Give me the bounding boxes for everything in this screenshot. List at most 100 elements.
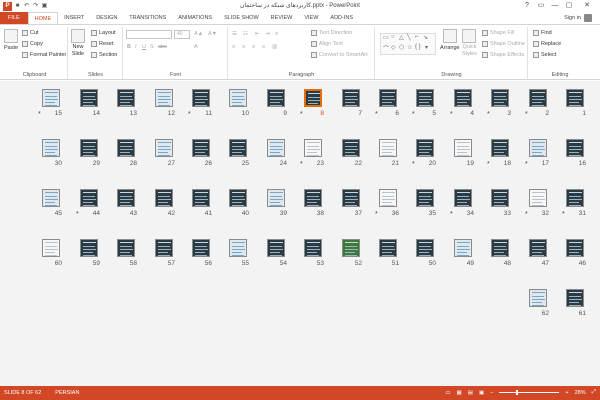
- transition-star-icon[interactable]: *: [525, 111, 528, 118]
- slide-thumbnail-image[interactable]: [379, 189, 397, 207]
- fit-to-window-icon[interactable]: ⤢: [592, 389, 596, 396]
- slide-thumbnail-image[interactable]: [342, 89, 360, 107]
- transition-star-icon[interactable]: *: [562, 211, 565, 218]
- slide-thumbnail-image[interactable]: [80, 89, 98, 107]
- underline-icon[interactable]: U: [142, 44, 146, 50]
- section-button[interactable]: Section: [91, 52, 117, 58]
- transition-star-icon[interactable]: *: [300, 111, 303, 118]
- slide-thumbnail-image[interactable]: [342, 189, 360, 207]
- slide-thumbnail-image[interactable]: [42, 139, 60, 157]
- slide-thumbnail-image[interactable]: [155, 189, 173, 207]
- quick-styles-button[interactable]: Quick Styles: [462, 29, 477, 57]
- normal-view-icon[interactable]: ▭: [445, 390, 450, 396]
- slide-thumbnail-image[interactable]: [379, 139, 397, 157]
- font-size-field[interactable]: 40: [174, 30, 190, 39]
- tab-insert[interactable]: INSERT: [58, 12, 90, 24]
- shapes-gallery[interactable]: ▭ ○ △ ╲ ⌐ ↘ ⌒ ◇ ⬠ ☆{ } ▾: [380, 33, 436, 55]
- close-button[interactable]: ✕: [580, 0, 594, 12]
- zoom-slider[interactable]: [499, 390, 560, 395]
- transition-star-icon[interactable]: *: [412, 161, 415, 168]
- slide-thumbnail-image[interactable]: [416, 89, 434, 107]
- transition-star-icon[interactable]: *: [450, 211, 453, 218]
- slide-thumbnail-image[interactable]: [229, 239, 247, 257]
- replace-button[interactable]: Replace: [533, 41, 561, 47]
- slide-sorter-view-icon[interactable]: ▦: [457, 390, 462, 396]
- slide-thumbnail-image[interactable]: [342, 139, 360, 157]
- slide-thumbnail-image[interactable]: [379, 239, 397, 257]
- italic-icon[interactable]: I: [135, 44, 137, 50]
- find-button[interactable]: Find: [533, 30, 552, 36]
- slide-thumbnail-image[interactable]: [491, 239, 509, 257]
- slide-thumbnail-image[interactable]: [342, 239, 360, 257]
- font-color-icon[interactable]: A: [194, 44, 198, 50]
- sign-in[interactable]: Sign in: [564, 14, 592, 22]
- slide-thumbnail-image[interactable]: [416, 189, 434, 207]
- shadow-icon[interactable]: S: [150, 44, 154, 50]
- slide-thumbnail-image[interactable]: [155, 89, 173, 107]
- slide-thumbnail-image[interactable]: [80, 189, 98, 207]
- transition-star-icon[interactable]: *: [450, 111, 453, 118]
- transition-star-icon[interactable]: *: [487, 111, 490, 118]
- zoom-out-icon[interactable]: −: [490, 390, 493, 396]
- slide-thumbnail-image[interactable]: [454, 139, 472, 157]
- zoom-in-icon[interactable]: +: [565, 390, 568, 396]
- tab-add-ins[interactable]: ADD-INS: [324, 12, 359, 24]
- sign-in-label[interactable]: Sign in: [564, 15, 581, 21]
- transition-star-icon[interactable]: *: [188, 111, 191, 118]
- grow-font-icon[interactable]: A▲: [194, 31, 203, 37]
- columns-icon[interactable]: ▥: [272, 44, 277, 50]
- slide-thumbnail-image[interactable]: [566, 139, 584, 157]
- zoom-slider-thumb[interactable]: [516, 390, 519, 395]
- slide-thumbnail-image[interactable]: [304, 139, 322, 157]
- font-name-field[interactable]: [126, 30, 172, 39]
- transition-star-icon[interactable]: *: [375, 111, 378, 118]
- tab-review[interactable]: REVIEW: [265, 12, 299, 24]
- slide-thumbnail-image[interactable]: [80, 139, 98, 157]
- justify-icon[interactable]: ≡: [262, 44, 265, 50]
- tab-design[interactable]: DESIGN: [90, 12, 123, 24]
- slide-thumbnail-image[interactable]: [192, 139, 210, 157]
- convert-smartart-button[interactable]: Convert to SmartArt: [311, 52, 368, 58]
- transition-star-icon[interactable]: *: [76, 211, 79, 218]
- align-center-icon[interactable]: ≡: [242, 44, 245, 50]
- copy-button[interactable]: Copy: [22, 41, 43, 47]
- slide-thumbnail-image[interactable]: [192, 189, 210, 207]
- slide-thumbnail-image[interactable]: [42, 239, 60, 257]
- slide-thumbnail-image[interactable]: [80, 239, 98, 257]
- slide-thumbnail-image[interactable]: [192, 239, 210, 257]
- slide-thumbnail-image[interactable]: [192, 89, 210, 107]
- zoom-level[interactable]: 28%: [575, 390, 586, 396]
- transition-star-icon[interactable]: *: [300, 161, 303, 168]
- shrink-font-icon[interactable]: A▼: [208, 31, 217, 37]
- slide-thumbnail-image[interactable]: [267, 239, 285, 257]
- shape-fill-button[interactable]: Shape Fill: [482, 30, 514, 36]
- tab-transitions[interactable]: TRANSITIONS: [123, 12, 172, 24]
- slide-thumbnail-image[interactable]: [267, 89, 285, 107]
- slide-thumbnail-image[interactable]: [416, 139, 434, 157]
- tab-animations[interactable]: ANIMATIONS: [172, 12, 218, 24]
- slide-thumbnail-image[interactable]: [566, 289, 584, 307]
- slide-thumbnail-image[interactable]: [267, 139, 285, 157]
- slide-thumbnail-image[interactable]: [529, 89, 547, 107]
- tab-view[interactable]: VIEW: [298, 12, 324, 24]
- transition-star-icon[interactable]: *: [375, 211, 378, 218]
- reading-view-icon[interactable]: ▤: [468, 390, 473, 396]
- layout-button[interactable]: Layout: [91, 30, 116, 36]
- slide-thumbnail-image[interactable]: [267, 189, 285, 207]
- slide-thumbnail-image[interactable]: [42, 89, 60, 107]
- paste-button[interactable]: Paste: [4, 29, 18, 51]
- slide-thumbnail-image[interactable]: [529, 289, 547, 307]
- language-indicator[interactable]: PERSIAN: [55, 390, 79, 396]
- transition-star-icon[interactable]: *: [525, 211, 528, 218]
- help-icon[interactable]: ?: [520, 0, 534, 12]
- slide-thumbnail-image[interactable]: [117, 139, 135, 157]
- shape-effects-button[interactable]: Shape Effects: [482, 52, 524, 58]
- slide-thumbnail-image[interactable]: [229, 139, 247, 157]
- transition-star-icon[interactable]: *: [38, 111, 41, 118]
- ribbon-display-options-icon[interactable]: ▭: [534, 0, 548, 12]
- slideshow-view-icon[interactable]: ▣: [479, 390, 484, 396]
- slide-thumbnail-image[interactable]: [304, 239, 322, 257]
- slide-thumbnail-image[interactable]: [117, 239, 135, 257]
- transition-star-icon[interactable]: *: [412, 111, 415, 118]
- slide-thumbnail-image[interactable]: [416, 239, 434, 257]
